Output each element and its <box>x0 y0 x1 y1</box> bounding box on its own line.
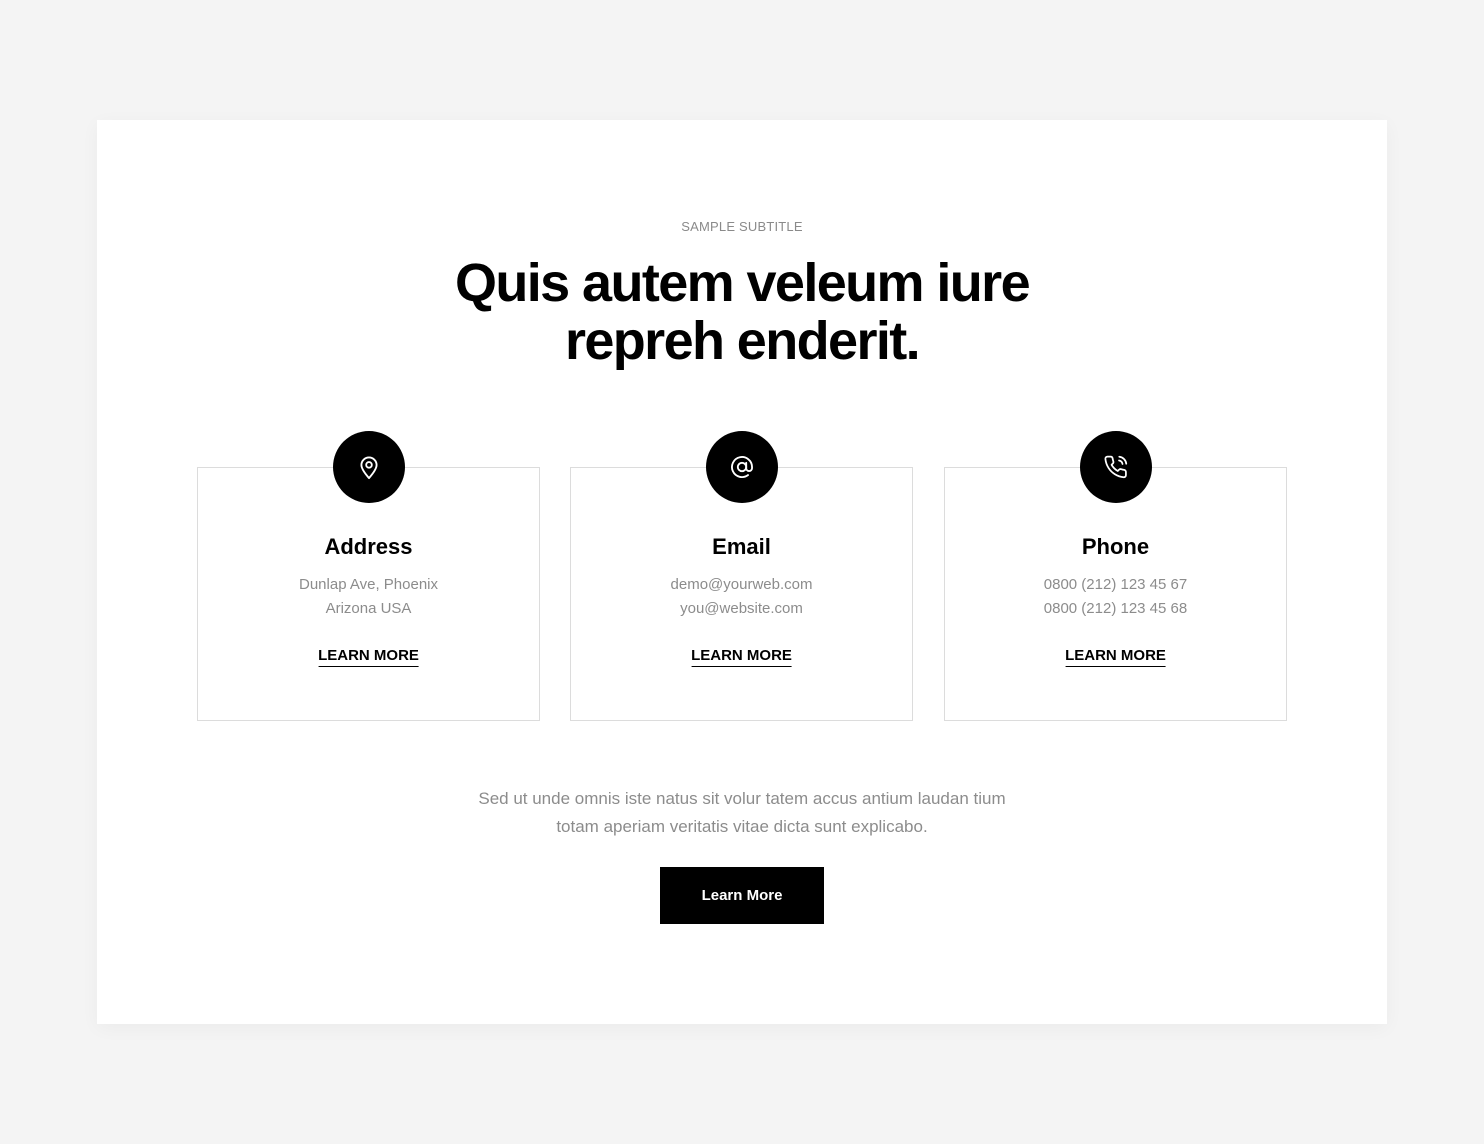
phone-card: Phone 0800 (212) 123 45 67 0800 (212) 12… <box>944 431 1287 721</box>
phone-call-icon <box>1079 431 1152 503</box>
email-line-2: you@website.com <box>680 600 803 617</box>
phone-learn-more-link[interactable]: LEARN MORE <box>1065 647 1166 667</box>
address-learn-more-link[interactable]: LEARN MORE <box>318 647 419 667</box>
phone-line-2: 0800 (212) 123 45 68 <box>1043 600 1188 617</box>
email-learn-more-link[interactable]: LEARN MORE <box>691 647 792 667</box>
email-card: Email demo@yourweb.com you@website.com L… <box>570 431 913 721</box>
section-description-line-2: totam aperiam veritatis vitae dicta sunt… <box>556 817 928 836</box>
section-heading: Quis autem veleum iure repreh enderit. <box>97 254 1387 370</box>
learn-more-button[interactable]: Learn More <box>660 867 824 924</box>
section-heading-line-2: repreh enderit. <box>564 311 921 371</box>
map-pin-icon <box>332 431 405 503</box>
phone-card-title: Phone <box>1081 534 1150 559</box>
address-card-title: Address <box>324 534 413 559</box>
email-line-1: demo@yourweb.com <box>670 576 813 593</box>
section-heading-line-1: Quis autem veleum iure <box>454 253 1031 313</box>
address-line-1: Dunlap Ave, Phoenix <box>299 576 438 593</box>
address-card: Address Dunlap Ave, Phoenix Arizona USA … <box>197 431 540 721</box>
phone-line-1: 0800 (212) 123 45 67 <box>1043 576 1188 593</box>
section-subtitle: SAMPLE SUBTITLE <box>681 219 803 234</box>
section-description: Sed ut unde omnis iste natus sit volur t… <box>97 785 1387 841</box>
address-line-2: Arizona USA <box>325 600 412 617</box>
section-description-line-1: Sed ut unde omnis iste natus sit volur t… <box>478 789 1006 808</box>
contact-section: SAMPLE SUBTITLE Quis autem veleum iure r… <box>97 120 1387 1024</box>
email-card-title: Email <box>712 534 771 559</box>
at-sign-icon <box>705 431 778 503</box>
